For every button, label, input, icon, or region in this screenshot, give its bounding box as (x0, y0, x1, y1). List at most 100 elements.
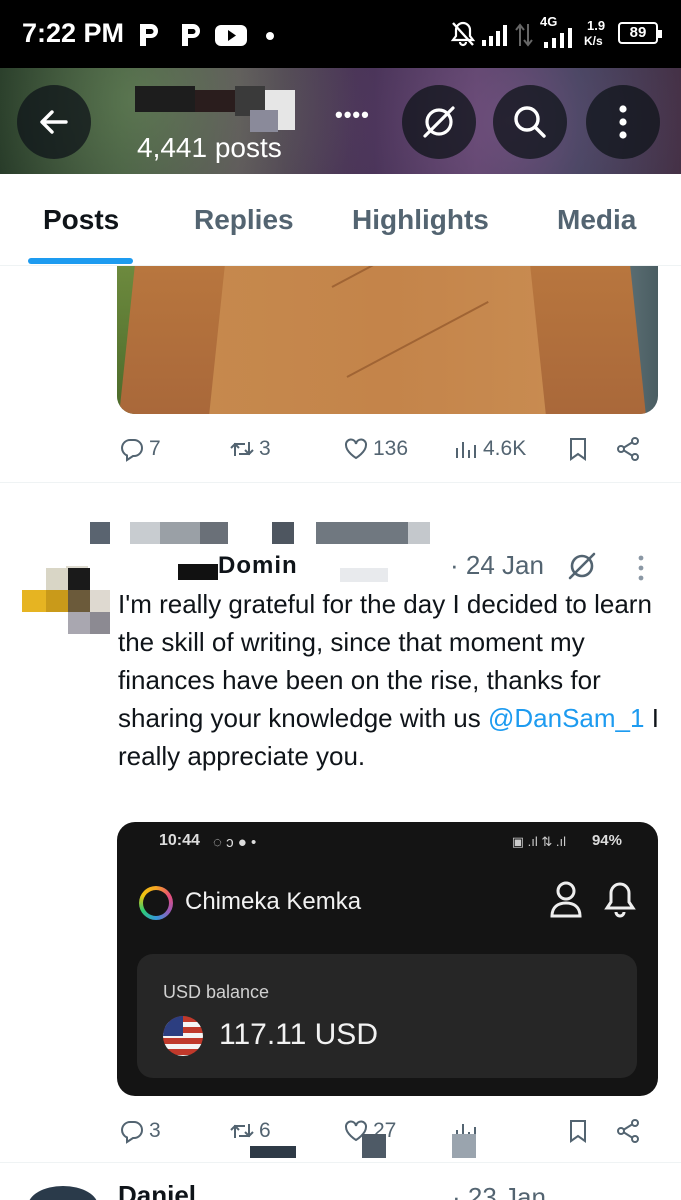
repost-count: 3 (259, 437, 271, 460)
repost-button[interactable]: 6 (229, 1118, 271, 1144)
net-speed-unit: K/s (584, 34, 603, 48)
redacted-name-5 (250, 110, 278, 132)
embed-signal-icons: ▣ .ıl ⇅ .ıl (511, 834, 566, 849)
bookmark-button[interactable] (565, 436, 591, 462)
avatar[interactable] (22, 566, 112, 636)
next-display-name[interactable]: Daniel (118, 1180, 196, 1200)
tweet-header: Domin · 24 Jan (118, 548, 658, 584)
user-icon (550, 881, 582, 918)
photo-sleeve-right (530, 266, 646, 414)
app-p-icon (140, 24, 158, 46)
redacted-block-3 (160, 522, 200, 544)
avatar-px-4 (46, 568, 68, 590)
bookmark-icon (570, 438, 586, 461)
network-type: 4G (540, 14, 558, 29)
status-bar: 7:22 PM 4G 1.9 K/s 89 (0, 0, 681, 68)
redacted-block-5 (272, 522, 294, 544)
next-avatar[interactable] (28, 1186, 98, 1200)
reply-icon (121, 439, 143, 462)
app-p-icon-2 (182, 24, 200, 46)
reply-button[interactable]: 3 (119, 1118, 161, 1144)
tab-posts[interactable]: Posts (43, 204, 119, 236)
photo-seam (331, 266, 527, 288)
signal-icon (482, 25, 507, 46)
balance-amount: 117.11 USD (219, 1018, 378, 1051)
redacted-block-7 (408, 522, 430, 544)
tab-replies[interactable]: Replies (194, 204, 294, 236)
profile-header: •••• 4,441 posts (0, 68, 681, 174)
heart-icon (345, 438, 367, 460)
net-speed: 1.9 (587, 18, 606, 33)
avatar-px-5 (22, 590, 46, 612)
tab-highlights[interactable]: Highlights (352, 204, 489, 236)
repost-icon (230, 1124, 254, 1138)
back-button[interactable] (17, 85, 91, 159)
data-arrows-icon (515, 23, 533, 47)
post-divider (0, 1162, 681, 1163)
avatar-px-8 (90, 590, 110, 612)
redacted-display-name (178, 564, 218, 580)
views-button[interactable]: 4.6K (453, 436, 526, 462)
embed-account-name: Chimeka Kemka (185, 888, 362, 915)
view-count: 4.6K (483, 437, 527, 460)
avatar-px-6 (46, 590, 68, 612)
grok-button[interactable] (402, 85, 476, 159)
share-button[interactable] (615, 1118, 641, 1144)
reply-count: 7 (149, 437, 161, 460)
active-tab-indicator (28, 258, 133, 264)
balance-card: USD balance 117.11 USD (137, 954, 637, 1078)
bell-icon (604, 882, 636, 918)
embed-status-icons: ◌ ɔ ● • (213, 834, 257, 851)
grok-icon[interactable] (566, 550, 598, 582)
repost-icon (230, 442, 254, 456)
repost-button[interactable]: 3 (229, 436, 271, 462)
redacted-name (135, 86, 195, 112)
redacted-block-3 (452, 1134, 476, 1158)
profile-tabs: Posts Replies Highlights Media (0, 174, 681, 266)
post-media-image[interactable] (117, 266, 658, 414)
embed-status-time: 10:44 (159, 832, 200, 849)
tweet-media-image[interactable]: 10:44 ◌ ɔ ● • 94% ▣ .ıl ⇅ .ıl Chimeka Ke… (117, 822, 658, 1096)
search-icon (514, 106, 546, 138)
tweet-date[interactable]: · 24 Jan (450, 550, 544, 581)
like-count: 136 (373, 437, 409, 460)
views-icon (456, 442, 476, 458)
avatar-px-3 (68, 568, 90, 590)
share-icon (617, 437, 639, 461)
redacted-name-2 (195, 90, 235, 112)
redacted-block-2 (130, 522, 160, 544)
redacted-handle (340, 568, 388, 582)
redacted-block-2 (362, 1134, 386, 1158)
photo-sleeve-left (119, 266, 225, 414)
reply-icon (121, 1121, 143, 1144)
signal-icon-2 (544, 28, 572, 48)
status-time: 7:22 PM (22, 18, 125, 48)
mention-link[interactable]: @DanSam_1 (488, 703, 644, 733)
battery-indicator: 89 (618, 22, 662, 44)
bookmark-button[interactable] (565, 1118, 591, 1144)
search-button[interactable] (493, 85, 567, 159)
notification-dot (266, 32, 274, 40)
redacted-block (250, 1146, 296, 1158)
balance-label: USD balance (163, 982, 270, 1002)
repost-count: 6 (259, 1119, 271, 1142)
reply-button[interactable]: 7 (119, 436, 161, 462)
like-button[interactable]: 136 (343, 436, 408, 462)
us-flag-icon (163, 1016, 203, 1056)
share-button[interactable] (615, 436, 641, 462)
share-icon (617, 1119, 639, 1143)
mute-bell-icon (450, 21, 476, 47)
redacted-block-4 (200, 522, 228, 544)
avatar-px-10 (90, 612, 110, 634)
next-tweet-date[interactable]: · 23 Jan (452, 1182, 546, 1200)
display-name[interactable]: Domin (218, 552, 298, 580)
tab-media[interactable]: Media (557, 204, 636, 236)
more-vertical-icon[interactable] (636, 554, 646, 582)
account-ring-icon (139, 886, 173, 920)
photo-seam-2 (346, 301, 489, 378)
grok-icon (423, 106, 455, 138)
avatar-px-7 (68, 590, 90, 612)
embed-status-battery: 94% (591, 832, 622, 849)
redacted-block-6 (316, 522, 408, 544)
more-options-button[interactable] (586, 85, 660, 159)
